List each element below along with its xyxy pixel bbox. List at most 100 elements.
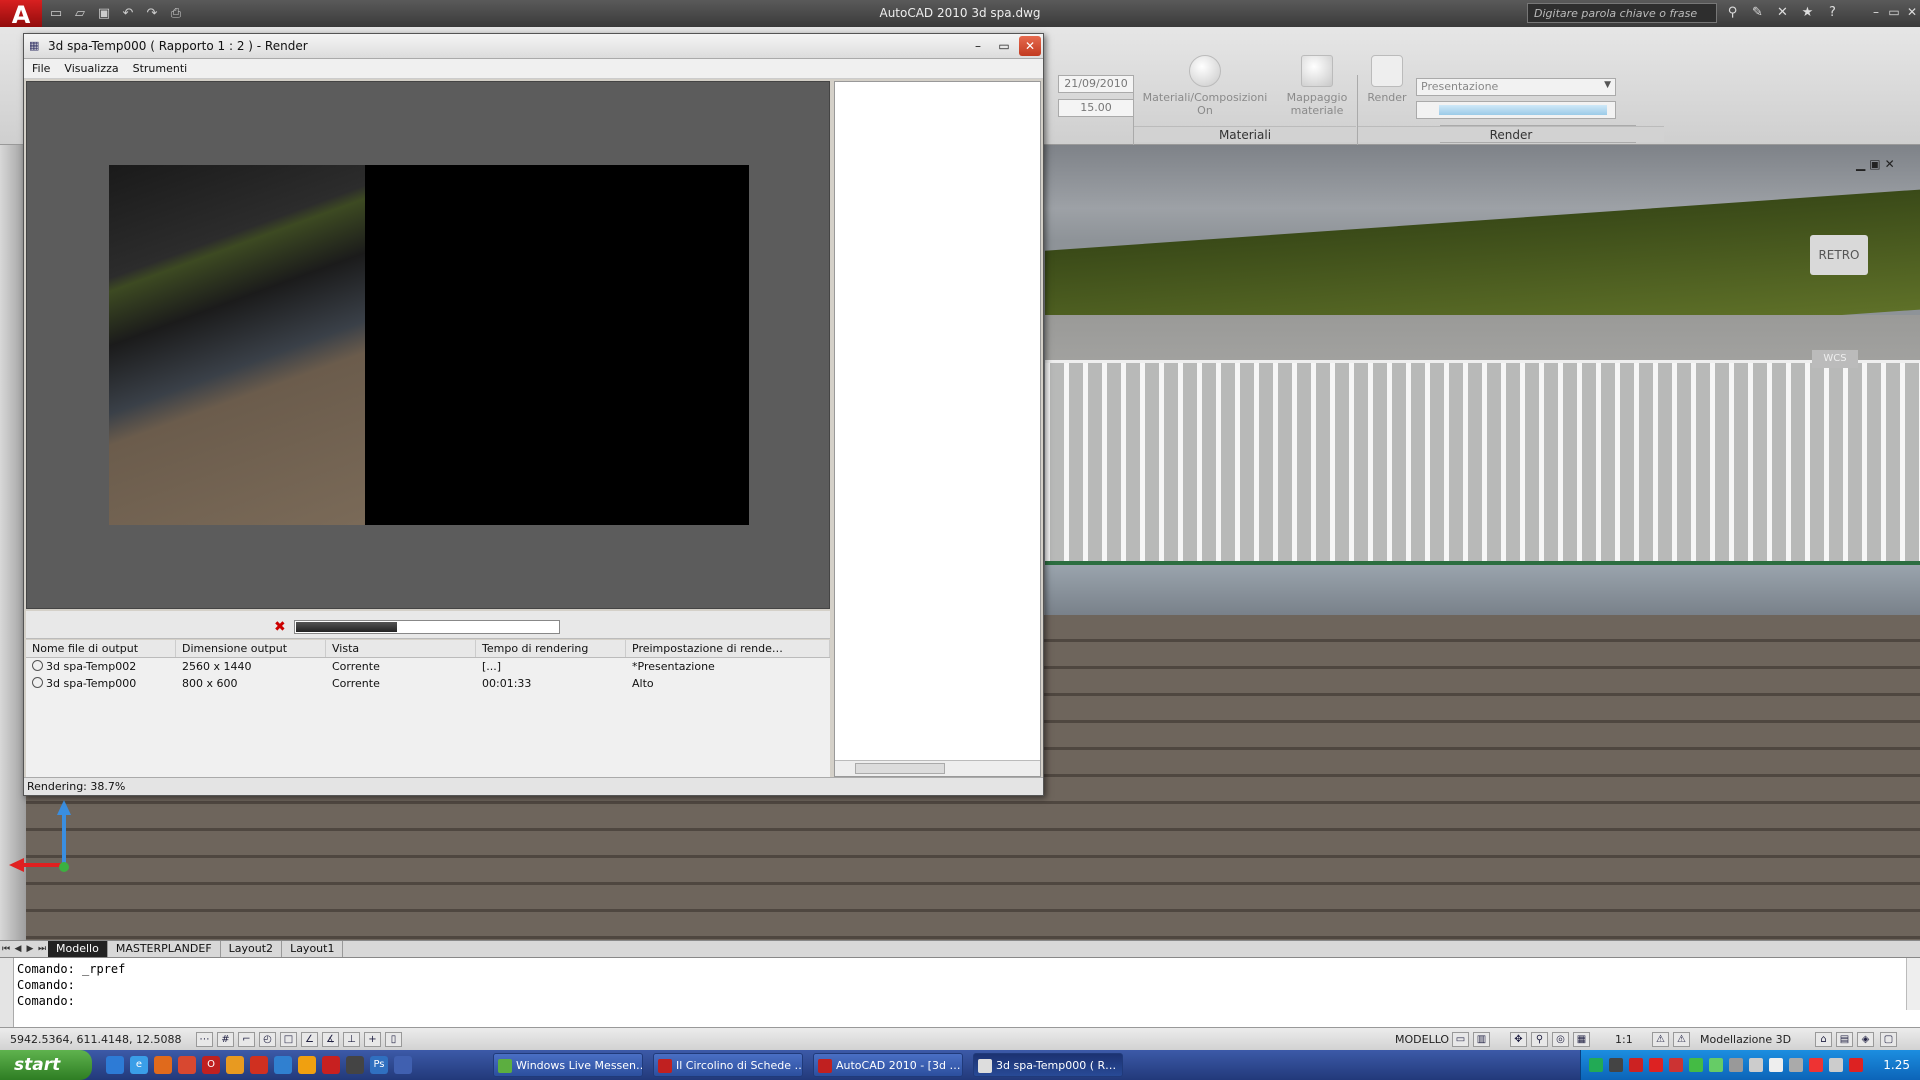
communication-icon[interactable]: ✕ [1772,3,1793,23]
last-tab-arrow-icon[interactable]: ⏭ [36,942,48,957]
panel-label-render[interactable]: Render [1358,126,1664,142]
tray-icon[interactable] [1649,1058,1663,1072]
date-field[interactable]: 21/09/2010 [1058,75,1134,93]
network-icon[interactable] [1749,1058,1763,1072]
tray-icon[interactable] [1729,1058,1743,1072]
tray-icon[interactable] [1849,1058,1863,1072]
coordinates-readout[interactable]: 5942.5364, 611.4148, 12.5088 [10,1028,181,1051]
minimize-icon[interactable]: ▁ [1856,157,1865,171]
wcs-label[interactable]: WCS [1812,350,1858,368]
materials-on-button[interactable]: Materiali/Composizioni On [1140,55,1270,117]
render-stats-pane[interactable] [834,81,1041,777]
app-icon[interactable] [226,1056,244,1074]
minimize-icon[interactable]: – [1868,3,1884,21]
first-tab-arrow-icon[interactable]: ⏮ [0,942,12,957]
firefox-icon[interactable] [154,1056,172,1074]
column-header[interactable]: Tempo di rendering [476,640,626,657]
autocad-logo-icon[interactable]: A [0,0,42,30]
history-row[interactable]: 3d spa-Temp000 800 x 600 Corrente 00:01:… [26,675,830,692]
tab-layout1[interactable]: Layout1 [282,941,344,957]
tray-icon[interactable] [1589,1058,1603,1072]
tab-masterplandef[interactable]: MASTERPLANDEF [108,941,221,957]
task-autocad[interactable]: AutoCAD 2010 - [3d … [813,1053,963,1077]
task-il-circolino[interactable]: Il Circolino di Schede … [653,1053,803,1077]
show-desktop-icon[interactable] [106,1056,124,1074]
lock-icon[interactable]: ⌂ [1815,1032,1832,1047]
ortho-toggle-icon[interactable]: ⌐ [238,1032,255,1047]
wrench-icon[interactable]: ✎ [1747,3,1768,23]
osnap-toggle-icon[interactable]: □ [280,1032,297,1047]
app-icon[interactable] [250,1056,268,1074]
time-field[interactable]: 15.00 [1058,99,1134,117]
ducs-toggle-icon[interactable]: ⊥ [343,1032,360,1047]
clean-screen-icon[interactable]: ▢ [1880,1032,1897,1047]
app-icon[interactable] [274,1056,292,1074]
opera-icon[interactable]: O [202,1056,220,1074]
lineweight-toggle-icon[interactable]: ▯ [385,1032,402,1047]
tray-icon[interactable] [1809,1058,1823,1072]
tray-icon[interactable] [1829,1058,1843,1072]
close-icon[interactable]: ✕ [1019,36,1041,56]
scrollbar-thumb[interactable] [855,763,945,774]
column-header[interactable]: Vista [326,640,476,657]
model-space-label[interactable]: MODELLO [1395,1028,1449,1051]
help-icon[interactable]: ? [1822,3,1843,23]
annotation-visibility-icon[interactable]: ⚠ [1652,1032,1669,1047]
dyn-toggle-icon[interactable]: + [364,1032,381,1047]
open-file-icon[interactable]: ▱ [70,4,90,23]
material-mapping-button[interactable]: Mappaggio materiale [1282,55,1352,117]
isolate-objects-icon[interactable]: ◈ [1857,1032,1874,1047]
next-tab-arrow-icon[interactable]: ▶ [24,942,36,957]
otrack-toggle-icon[interactable]: ∡ [322,1032,339,1047]
menu-file[interactable]: File [32,62,50,75]
command-prompt[interactable]: Comando: [17,993,75,1009]
polar-toggle-icon[interactable]: ◴ [259,1032,276,1047]
auto-scale-icon[interactable]: ⚠ [1673,1032,1690,1047]
column-header[interactable]: Dimensione output [176,640,326,657]
clock[interactable]: 1.25 [1883,1050,1910,1080]
render-canvas[interactable] [26,81,830,609]
showmotion-icon[interactable]: ▦ [1573,1032,1590,1047]
plot-icon[interactable]: ⎙ [166,4,186,23]
zoom-icon[interactable]: ⚲ [1531,1032,1548,1047]
restore-icon[interactable]: ▣ [1869,157,1880,171]
app-icon[interactable] [394,1056,412,1074]
command-line-grip[interactable] [0,958,14,1028]
task-render-window[interactable]: 3d spa-Temp000 ( R… [973,1053,1123,1077]
panel-label-materials[interactable]: Materiali [1134,126,1356,142]
start-button[interactable]: start [0,1050,92,1080]
render-preset-select[interactable]: Presentazione ▼ [1416,78,1616,96]
binoculars-icon[interactable]: ⚲ [1722,3,1743,23]
grid-toggle-icon[interactable]: # [217,1032,234,1047]
annotation-scale[interactable]: 1:1 [1615,1028,1633,1051]
horizontal-scrollbar[interactable] [835,760,1040,776]
column-header[interactable]: Nome file di output [26,640,176,657]
command-line[interactable]: Comando: _rpref Comando: Comando: [0,957,1920,1028]
cancel-render-icon[interactable]: ✖ [274,619,290,635]
menu-visualizza[interactable]: Visualizza [64,62,118,75]
layout-view-icon[interactable]: ▭ [1452,1032,1469,1047]
new-file-icon[interactable]: ▭ [46,4,66,23]
favorites-star-icon[interactable]: ★ [1797,3,1818,23]
workspace-switcher[interactable]: Modellazione 3D [1700,1028,1791,1051]
tray-icon[interactable] [1789,1058,1803,1072]
tray-icon[interactable] [1609,1058,1623,1072]
tab-layout2[interactable]: Layout2 [221,941,283,957]
undo-icon[interactable]: ↶ [118,4,138,23]
maximize-icon[interactable]: ▭ [1886,3,1902,21]
maximize-icon[interactable]: ▭ [993,36,1015,56]
app-icon[interactable] [346,1056,364,1074]
tray-icon[interactable] [1629,1058,1643,1072]
tray-icon[interactable] [1669,1058,1683,1072]
browser-icon[interactable] [178,1056,196,1074]
column-header[interactable]: Preimpostazione di rende… [626,640,830,657]
task-windows-live-messenger[interactable]: Windows Live Messen… [493,1053,643,1077]
tray-icon[interactable] [1709,1058,1723,1072]
render-button[interactable]: Render [1364,55,1410,104]
save-icon[interactable]: ▣ [94,4,114,23]
quick-view-icon[interactable]: ▥ [1473,1032,1490,1047]
minimize-icon[interactable]: – [967,36,989,56]
close-icon[interactable]: ✕ [1904,3,1920,21]
menu-strumenti[interactable]: Strumenti [133,62,188,75]
volume-icon[interactable] [1769,1058,1783,1072]
